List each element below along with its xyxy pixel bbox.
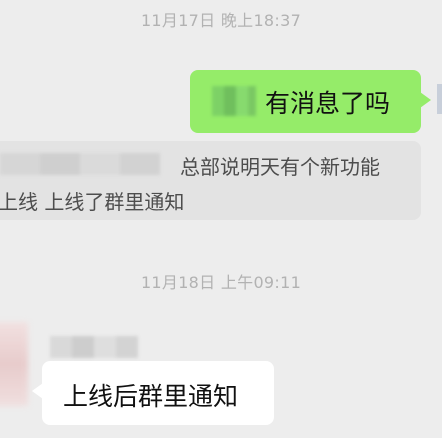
redacted-content [212, 86, 256, 116]
received-message-text: 上线后群里通知 [63, 382, 239, 411]
received-message-bubble[interactable]: 上线后群里通知 [32, 361, 274, 425]
timestamp: 11月17日 晚上18:37 [140, 11, 302, 30]
received-message-text: 上线 上线了群里通知 [0, 190, 185, 214]
timestamp: 11月18日 上午09:11 [140, 273, 302, 292]
received-message-bubble[interactable]: 总部说明天有个新功能 上线 上线了群里通知 [0, 141, 421, 220]
user-avatar[interactable] [437, 84, 442, 114]
received-message-text: 总部说明天有个新功能 [180, 155, 380, 179]
redacted-content [0, 153, 160, 175]
sent-message-bubble[interactable]: 有消息了吗 [190, 70, 431, 133]
sent-message-text: 有消息了吗 [265, 89, 391, 118]
redacted-sender-name [50, 336, 138, 358]
contact-avatar[interactable] [0, 322, 28, 406]
